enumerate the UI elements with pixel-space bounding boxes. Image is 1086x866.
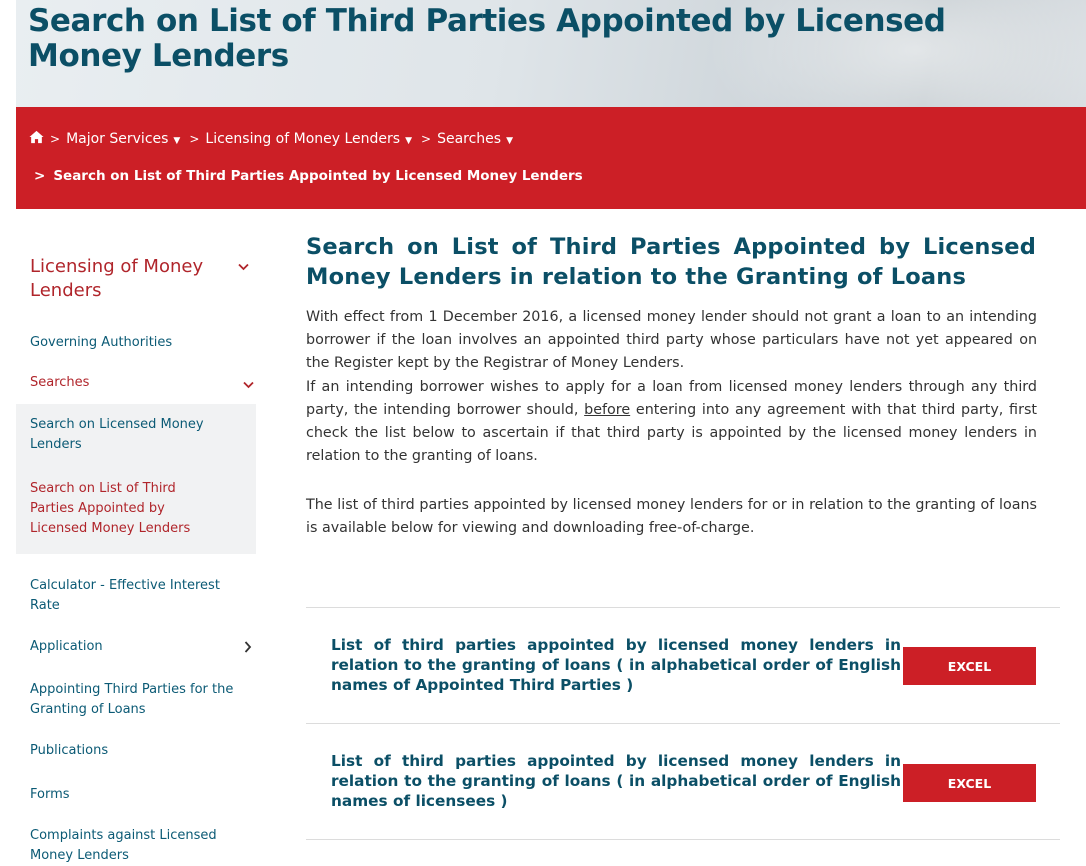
download-description: List of third parties appointed by licen… (331, 752, 901, 810)
sidebar-item-calculator[interactable]: Calculator - Effective Interest Rate (30, 576, 230, 616)
divider (306, 839, 1060, 840)
caret-down-icon: ▼ (506, 136, 513, 146)
sidebar-item-governing-authorities[interactable]: Governing Authorities (30, 333, 172, 353)
intro-paragraph: With effect from 1 December 2016, a lice… (306, 309, 1037, 371)
emphasis-before: before (584, 402, 631, 418)
caret-down-icon: ▼ (173, 136, 181, 146)
sidebar-item-search-third-parties[interactable]: Search on List of Third Parties Appointe… (30, 479, 220, 539)
divider (306, 607, 1060, 608)
download-description: List of third parties appointed by licen… (331, 636, 901, 694)
caret-down-icon: ▼ (405, 136, 412, 146)
sidebar-item-publications[interactable]: Publications (30, 741, 108, 761)
breadcrumb-separator: > (421, 132, 432, 146)
breadcrumb-major-services[interactable]: Major Services ▼ (66, 131, 180, 147)
sidebar-item-application[interactable]: Application (30, 637, 103, 657)
chevron-right-icon[interactable] (244, 641, 252, 656)
breadcrumb-current: > Search on List of Third Parties Appoint… (34, 168, 583, 184)
sidebar-item-search-licensed[interactable]: Search on Licensed Money Lenders (30, 415, 230, 455)
sidebar-item-complaints[interactable]: Complaints against Licensed Money Lender… (30, 826, 230, 866)
page-banner: Search on List of Third Parties Appointe… (16, 0, 1086, 107)
breadcrumb-separator: > (189, 132, 200, 146)
home-icon[interactable] (29, 130, 44, 148)
breadcrumb-separator: > (34, 168, 46, 184)
breadcrumb-searches[interactable]: Searches ▼ (437, 131, 513, 147)
breadcrumb-licensing[interactable]: Licensing of Money Lenders ▼ (205, 131, 412, 147)
banner-title: Search on List of Third Parties Appointe… (28, 3, 946, 74)
sidebar-item-forms[interactable]: Forms (30, 785, 70, 805)
excel-download-button[interactable]: EXCEL (903, 764, 1036, 802)
excel-download-button[interactable]: EXCEL (903, 647, 1036, 685)
breadcrumb-separator: > (50, 132, 61, 146)
divider (306, 723, 1060, 724)
breadcrumb: > Major Services ▼ > Licensing of Money L… (16, 107, 1086, 209)
sidebar-heading[interactable]: Licensing of Money Lenders (30, 255, 220, 303)
breadcrumb-row: > Major Services ▼ > Licensing of Money L… (29, 129, 513, 149)
sidebar-item-appointing-third-parties[interactable]: Appointing Third Parties for the Grantin… (30, 680, 245, 720)
main-title: Search on List of Third Parties Appointe… (306, 234, 1036, 290)
chevron-down-icon[interactable] (243, 378, 254, 392)
sidebar-item-searches[interactable]: Searches (30, 373, 89, 393)
chevron-down-icon[interactable] (238, 260, 249, 274)
instruction-paragraph: If an intending borrower wishes to apply… (306, 379, 1037, 464)
availability-paragraph: The list of third parties appointed by l… (306, 497, 1037, 536)
